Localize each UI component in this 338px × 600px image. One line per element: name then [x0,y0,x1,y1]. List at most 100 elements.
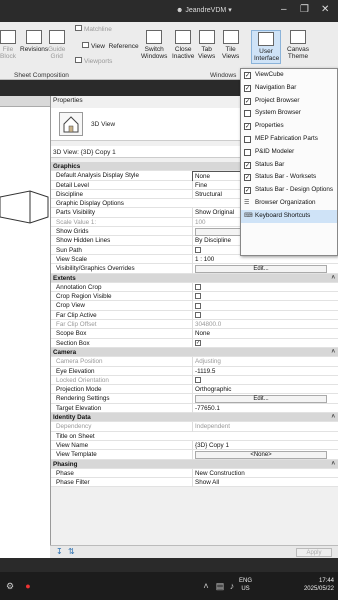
property-name: Default Analysis Display Style [56,172,139,180]
property-name: Detail Level [56,181,89,189]
property-value[interactable] [192,282,337,293]
tab-views-button[interactable]: Tab Views [198,30,215,60]
menu-checkbox[interactable]: ✓ [244,174,251,182]
property-edit-button[interactable]: <None> [195,451,327,460]
collapse-icon[interactable]: ˄ [331,413,335,422]
menu-item[interactable]: ✓ Properties [241,120,337,133]
property-value[interactable]: {3D} Copy 1 [192,440,337,451]
collapse-icon[interactable]: ˄ [331,274,335,283]
property-value-text: Show Original [195,209,235,217]
property-value[interactable]: Show All [192,478,337,488]
collapse-icon[interactable]: ˄ [331,348,335,357]
property-checkbox [195,377,201,384]
menu-item[interactable]: P&ID Modeler [241,146,337,159]
close-button[interactable]: ✕ [321,4,329,15]
menu-item[interactable]: ✓ Project Browser [241,95,337,108]
menu-item[interactable]: ⌨ Keyboard Shortcuts [241,209,337,223]
property-section-header[interactable]: Phasing ˄ [51,459,338,469]
menu-checkbox[interactable] [244,135,251,143]
property-checkbox[interactable]: ✓ [195,339,201,346]
volume-icon[interactable]: ♪ [226,580,238,592]
menu-item-label: Project Browser [255,96,300,104]
tile-views-button[interactable]: Tile Views [222,30,239,60]
property-edit-button[interactable]: Edit... [195,265,327,274]
file-block-button[interactable]: File Block [0,30,16,60]
minimize-button[interactable]: – [281,4,287,15]
property-section-header[interactable]: Extents ˄ [51,273,338,283]
language-indicator[interactable]: ENG US [239,577,252,593]
close-inactive-button[interactable]: Close Inactive [172,30,194,60]
property-value[interactable]: -77650.1 [192,403,337,414]
property-row: Crop View [51,301,338,311]
menu-item[interactable]: System Browser [241,107,337,120]
property-checkbox[interactable] [195,293,201,300]
revisions-button[interactable]: Revisions [20,30,48,53]
property-value[interactable]: 1 : 100 [192,254,337,265]
property-value[interactable]: Orthographic [192,385,337,395]
property-value-text: -77650.1 [195,404,220,412]
properties-help-icon[interactable]: ↧ [56,547,63,556]
property-value[interactable]: New Construction [192,468,337,479]
view-reference-button[interactable]: View Reference [82,42,139,50]
property-section-header[interactable]: Camera ˄ [51,347,338,358]
menu-item[interactable]: ✓ Status Bar - Design Options [241,184,337,197]
switch-windows-button[interactable]: Switch Windows [141,30,167,60]
viewports-button[interactable]: Viewports [75,57,112,65]
menu-checkbox[interactable] [244,148,251,156]
property-value[interactable]: Edit... [192,264,337,274]
menu-item[interactable]: ✓ ViewCube [241,69,337,82]
apply-button[interactable]: Apply [296,548,332,557]
view-reference-label: View Reference [91,43,139,50]
property-checkbox[interactable] [195,247,201,253]
menu-checkbox[interactable]: ✓ [244,84,251,92]
property-name: Crop View [56,302,85,310]
menu-item[interactable]: MEP Fabrication Parts [241,133,337,146]
user-interface-button[interactable]: User Interface [251,30,281,64]
property-name: View Name [56,441,89,449]
collapse-icon[interactable]: ˄ [331,460,335,469]
menu-checkbox[interactable]: ✓ [244,161,251,169]
windows-group-label: Windows [210,72,237,79]
canvas-theme-label: Canvas Theme [287,46,310,60]
property-value[interactable] [192,292,337,302]
property-value[interactable]: None [192,329,337,339]
menu-checkbox[interactable]: ✓ [244,72,251,79]
property-edit-button[interactable]: Edit... [195,395,327,404]
property-value[interactable] [192,310,337,321]
property-checkbox[interactable] [195,284,201,291]
property-value[interactable]: Edit... [192,394,337,404]
property-value[interactable]: -1119.5 [192,366,337,376]
guide-grid-label: Guide Grid [48,46,66,60]
system-clock[interactable]: 17:44 2025/05/22 [304,577,334,593]
matchline-label: Matchline [84,26,112,33]
restore-button[interactable]: ❐ [300,4,309,15]
property-name: Far Clip Offset [56,321,97,329]
menu-checkbox[interactable] [244,110,251,118]
network-icon[interactable]: ▤ [214,580,226,592]
property-value[interactable] [192,301,337,311]
canvas-theme-button[interactable]: Canvas Theme [287,30,309,60]
matchline-button[interactable]: Matchline [75,25,112,33]
property-section-header[interactable]: Identity Data ˄ [51,413,338,423]
menu-checkbox[interactable]: ✓ [244,123,251,131]
record-icon[interactable]: ● [22,580,34,592]
sort-icon[interactable]: ⇅ [68,547,75,556]
property-checkbox[interactable] [195,302,201,309]
menu-item-label: System Browser [255,109,301,117]
property-value[interactable]: <None> [192,450,337,460]
property-checkbox[interactable] [195,312,201,319]
chevron-up-icon[interactable]: ˄ [200,580,212,592]
settings-icon[interactable]: ⚙ [4,580,16,592]
menu-checkbox[interactable]: ✓ [244,187,251,195]
model-view-canvas[interactable] [0,107,50,558]
menu-item[interactable]: ✓ Status Bar - Worksets [241,171,337,184]
menu-checkbox[interactable]: ✓ [244,97,251,105]
guide-grid-button[interactable]: Guide Grid [48,30,65,60]
property-name: Graphic Display Options [56,200,124,208]
menu-item[interactable]: ☰ Browser Organization [241,197,337,210]
menu-item[interactable]: ✓ Status Bar [241,159,337,172]
property-value[interactable]: ✓ [192,338,337,348]
property-value: Independent [192,422,337,432]
user-account[interactable]: ☻ JeandreVDM ▾ [176,6,232,15]
menu-item[interactable]: ✓ Navigation Bar [241,82,337,95]
